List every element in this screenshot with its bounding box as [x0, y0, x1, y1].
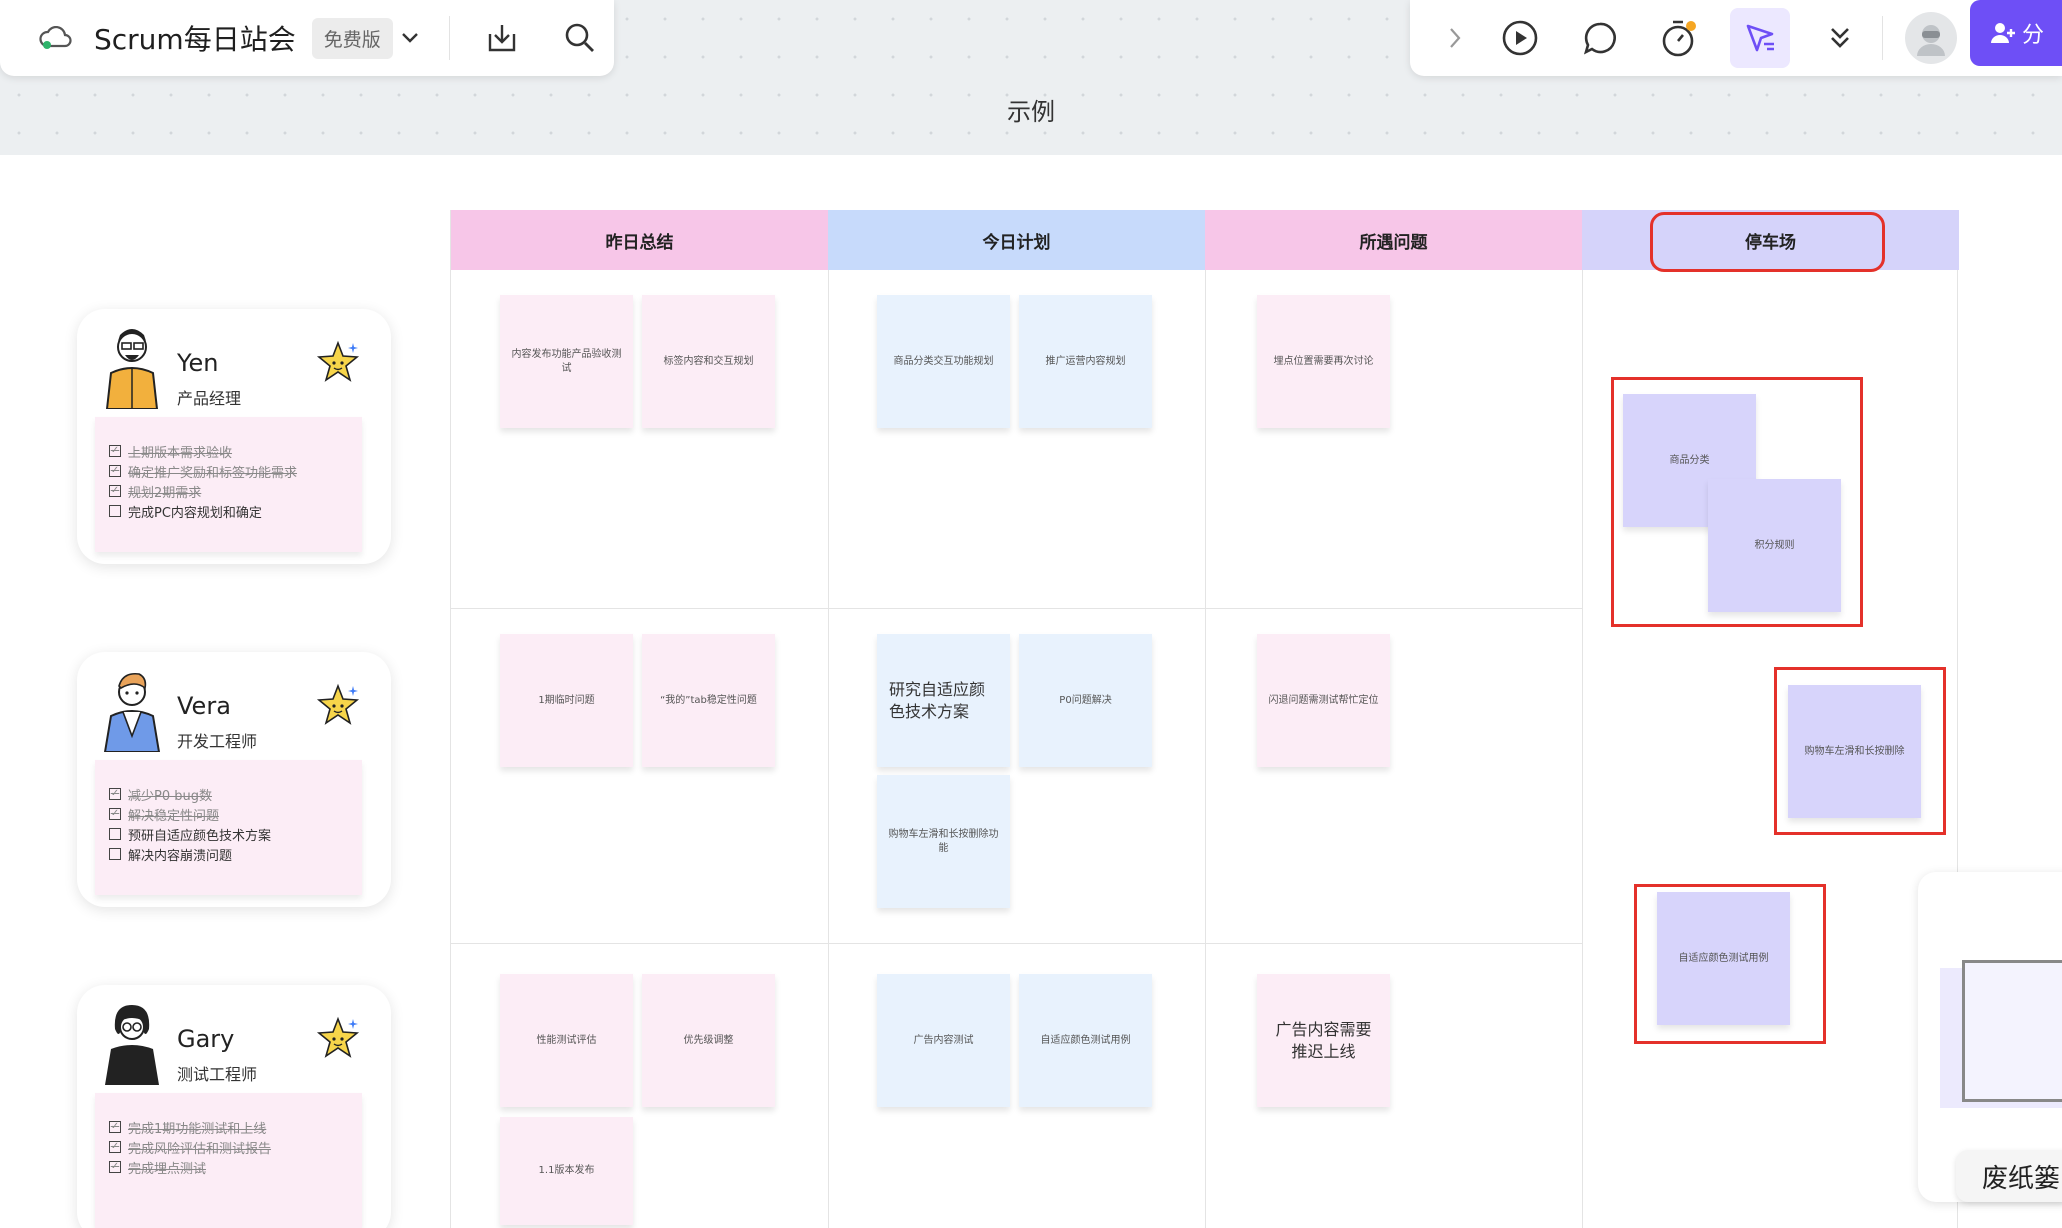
- checkbox-checked-icon: ✓: [109, 485, 121, 497]
- doc-title[interactable]: Scrum每日站会: [94, 18, 296, 58]
- person-card-vera[interactable]: Vera 开发工程师 ✓ 减少P0 bug数 ✓ 解决稳定性问题 预研自适应颜色技术…: [77, 652, 391, 907]
- frame-title: 示例: [1007, 98, 1055, 126]
- highlight-parking-header: [1650, 212, 1885, 272]
- checkbox-empty-icon: [109, 828, 121, 840]
- play-icon[interactable]: [1490, 8, 1550, 68]
- sticky-note[interactable]: “我的”tab稳定性问题: [642, 634, 775, 767]
- share-label: 分: [2022, 23, 2045, 48]
- chevron-right-icon[interactable]: [1430, 8, 1480, 68]
- task-item[interactable]: 完成PC内容规划和确定: [109, 501, 348, 521]
- search-icon[interactable]: [550, 8, 610, 68]
- checkbox-empty-icon: [109, 848, 121, 860]
- sticky-note[interactable]: 内容发布功能产品验收测试: [500, 295, 633, 428]
- share-button[interactable]: 分: [1970, 0, 2062, 66]
- toolbar-divider: [448, 16, 450, 60]
- sticky-note[interactable]: 性能测试评估: [500, 974, 633, 1107]
- timer-icon[interactable]: [1650, 8, 1710, 68]
- highlight-parking-group-3: [1634, 884, 1826, 1044]
- star-icon: [316, 683, 360, 725]
- checkbox-checked-icon: ✓: [109, 1141, 121, 1153]
- checkbox-checked-icon: ✓: [109, 1161, 121, 1173]
- right-toolbar: 分: [1410, 0, 2062, 76]
- sticky-note[interactable]: 优先级调整: [642, 974, 775, 1107]
- sticky-note[interactable]: 1.1版本发布: [500, 1117, 633, 1225]
- task-item[interactable]: ✓ 减少P0 bug数: [109, 784, 348, 804]
- checkbox-checked-icon: ✓: [109, 788, 121, 800]
- toolbar-divider: [1882, 16, 1883, 60]
- sticky-note[interactable]: 闪退问题需测试帮忙定位: [1257, 634, 1390, 767]
- sticky-note[interactable]: 埋点位置需要再次讨论: [1257, 295, 1390, 428]
- sticky-note[interactable]: 购物车左滑和长按删除功能: [877, 775, 1010, 908]
- sticky-note[interactable]: P0问题解决: [1019, 634, 1152, 767]
- sticky-note[interactable]: 广告内容需要推迟上线: [1257, 974, 1390, 1107]
- row-divider: [451, 608, 1582, 609]
- checkbox-checked-icon: ✓: [109, 1121, 121, 1133]
- user-avatar[interactable]: [1905, 12, 1957, 64]
- person-avatar: [105, 329, 159, 409]
- trash-button[interactable]: 废纸篓: [1956, 1150, 2062, 1202]
- column-divider: [1205, 270, 1206, 1228]
- sticky-note[interactable]: 1期临时问题: [500, 634, 633, 767]
- task-item[interactable]: ✓ 上期版本需求验收: [109, 441, 348, 461]
- column-header-issues[interactable]: 所遇问题: [1205, 210, 1582, 270]
- comment-icon[interactable]: [1570, 8, 1630, 68]
- sticky-note[interactable]: 推广运营内容规划: [1019, 295, 1152, 428]
- download-icon[interactable]: [472, 8, 532, 68]
- task-list: ✓ 完成1期功能测试和上线 ✓ 完成风险评估和测试报告 ✓ 完成埋点测试: [95, 1093, 362, 1228]
- checkbox-checked-icon: ✓: [109, 808, 121, 820]
- person-role: 产品经理: [177, 389, 242, 408]
- person-role: 测试工程师: [177, 1065, 258, 1084]
- sticky-note[interactable]: 研究自适应颜色技术方案: [877, 634, 1010, 767]
- person-name: Vera: [177, 692, 231, 720]
- person-card-gary[interactable]: Gary 测试工程师 ✓ 完成1期功能测试和上线 ✓ 完成风险评估和测试报告 ✓ 完成…: [77, 985, 391, 1228]
- sticky-note[interactable]: 标签内容和交互规划: [642, 295, 775, 428]
- checkbox-checked-icon: ✓: [109, 445, 121, 457]
- sticky-note[interactable]: 自适应颜色测试用例: [1019, 974, 1152, 1107]
- double-chevron-down-icon[interactable]: [1810, 8, 1870, 68]
- person-role: 开发工程师: [177, 732, 258, 751]
- cloud-sync-icon[interactable]: [36, 8, 76, 68]
- plan-badge[interactable]: 免费版: [311, 17, 393, 59]
- task-item[interactable]: 预研自适应颜色技术方案: [109, 824, 348, 844]
- cursor-select-icon[interactable]: [1730, 8, 1790, 68]
- task-item[interactable]: 解决内容崩溃问题: [109, 844, 348, 864]
- task-item[interactable]: ✓ 确定推广奖励和标签功能需求: [109, 461, 348, 481]
- add-user-icon: [1991, 23, 2015, 43]
- task-list: ✓ 减少P0 bug数 ✓ 解决稳定性问题 预研自适应颜色技术方案 解决内容崩溃问题: [95, 760, 362, 895]
- panel-preview-frame[interactable]: [1962, 960, 2062, 1102]
- person-avatar: [105, 1005, 159, 1085]
- task-item[interactable]: ✓ 完成1期功能测试和上线: [109, 1117, 348, 1137]
- column-header-today[interactable]: 今日计划: [828, 210, 1205, 270]
- task-list: ✓ 上期版本需求验收 ✓ 确定推广奖励和标签功能需求 ✓ 规划2期需求 完成PC内容规…: [95, 417, 362, 552]
- checkbox-empty-icon: [109, 505, 121, 517]
- star-icon: [316, 1016, 360, 1058]
- task-item[interactable]: ✓ 解决稳定性问题: [109, 804, 348, 824]
- sticky-note[interactable]: 广告内容测试: [877, 974, 1010, 1107]
- checkbox-checked-icon: ✓: [109, 465, 121, 477]
- person-card-yen[interactable]: Yen 产品经理 ✓ 上期版本需求验收 ✓ 确定推广奖励和标签功能需求 ✓ 规划2期需…: [77, 309, 391, 564]
- highlight-parking-group-2: [1774, 667, 1946, 835]
- person-name: Yen: [177, 349, 219, 377]
- person-name: Gary: [177, 1025, 235, 1053]
- column-divider: [828, 270, 829, 1228]
- task-item[interactable]: ✓ 完成风险评估和测试报告: [109, 1137, 348, 1157]
- task-item[interactable]: ✓ 完成埋点测试: [109, 1157, 348, 1177]
- column-header-yesterday[interactable]: 昨日总结: [451, 210, 828, 270]
- star-icon: [316, 340, 360, 382]
- chevron-down-icon[interactable]: [393, 8, 427, 68]
- task-item[interactable]: ✓ 规划2期需求: [109, 481, 348, 501]
- row-divider: [451, 943, 1582, 944]
- sticky-note[interactable]: 商品分类交互功能规划: [877, 295, 1010, 428]
- column-divider: [1582, 270, 1583, 1228]
- highlight-parking-group-1: [1611, 377, 1863, 627]
- person-avatar: [103, 672, 161, 752]
- left-toolbar: Scrum每日站会 免费版: [0, 0, 614, 76]
